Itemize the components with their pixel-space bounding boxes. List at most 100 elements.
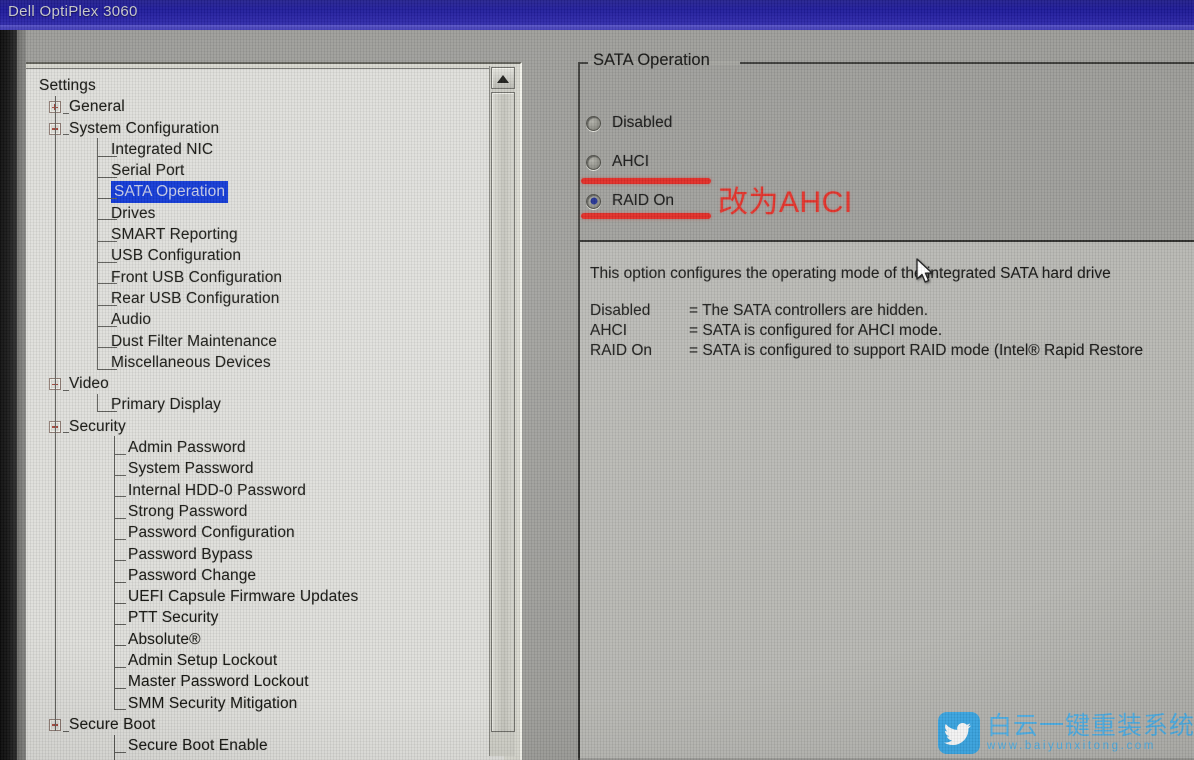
tree-connector-line (97, 198, 117, 200)
tree-item-general[interactable]: General (21, 96, 504, 117)
tree-item-label: Settings (39, 77, 96, 94)
tree-item-miscellaneous-devices[interactable]: Miscellaneous Devices (21, 352, 504, 373)
tree-connector-line (97, 262, 117, 264)
tree-item-smm-security-mitigation[interactable]: SMM Security Mitigation (21, 693, 504, 714)
tree-connector-line (97, 368, 117, 370)
tree-item-audio[interactable]: Audio (21, 309, 504, 330)
tree-item-label: Master Password Lockout (128, 673, 309, 691)
tree-connector-line (97, 325, 117, 327)
tree-item-label: System Password (128, 460, 254, 478)
tree-item-label: Password Change (128, 566, 257, 584)
tree-item-label: Password Bypass (128, 545, 253, 563)
tree-item-primary-display[interactable]: Primary Display (21, 394, 504, 415)
title-bar-sheen (0, 25, 1194, 30)
description-row: Disabled = The SATA controllers are hidde… (590, 302, 1194, 322)
tree-connector-line (114, 538, 126, 540)
tree-item-system-password[interactable]: System Password (21, 458, 504, 479)
tree-item-password-bypass[interactable]: Password Bypass (21, 544, 504, 565)
tree-item-internal-hdd-0-password[interactable]: Internal HDD-0 Password (21, 480, 504, 501)
tree-connector-line (114, 645, 126, 647)
tree-item-label: SMM Security Mitigation (128, 694, 298, 712)
tree-item-dust-filter-maintenance[interactable]: Dust Filter Maintenance (21, 331, 504, 352)
tree-item-label: Video (69, 375, 109, 393)
tree-item-label: Secure Boot (69, 715, 156, 733)
tree-connector-line (63, 134, 69, 136)
tree-item-settings[interactable]: Settings (21, 75, 504, 96)
tree-connector-line (97, 240, 117, 242)
description-rows: Disabled = The SATA controllers are hidde… (590, 302, 1194, 362)
tree-connector-line (114, 709, 126, 711)
tree-item-secure-boot-enable[interactable]: Secure Boot Enable (21, 735, 504, 756)
settings-tree-list[interactable]: Settings General System Configuration Integ… (21, 75, 504, 760)
bios-setup-screen-photo: Dell OptiPlex 3060 Settings General System… (0, 0, 1194, 760)
tree-item-label: Password Configuration (128, 524, 295, 542)
tree-item-security[interactable]: Security (21, 416, 504, 437)
tree-item-label: Rear USB Configuration (111, 289, 280, 307)
tree-scrollbar[interactable] (489, 66, 515, 756)
tree-item-master-password-lockout[interactable]: Master Password Lockout (21, 671, 504, 692)
mouse-cursor-icon (916, 258, 936, 291)
tree-item-label: Admin Setup Lockout (128, 652, 278, 670)
scroll-up-arrow-icon (497, 75, 509, 83)
tree-item-strong-password[interactable]: Strong Password (21, 501, 504, 522)
tree-item-front-usb-configuration[interactable]: Front USB Configuration (21, 267, 504, 288)
settings-tree-panel: Settings General System Configuration Integ… (14, 62, 522, 760)
tree-item-label: Strong Password (128, 502, 248, 520)
tree-item-admin-password[interactable]: Admin Password (21, 437, 504, 458)
tree-item-label: Dust Filter Maintenance (111, 332, 277, 350)
tree-item-label: Front USB Configuration (111, 268, 283, 286)
option-description-box: This option configures the operating mod… (578, 240, 1194, 758)
watermark: 白云一键重装系统 www.baiyunxitong.com (938, 712, 1194, 754)
annotation-change-to-ahci: 改为AHCI (718, 186, 853, 219)
tree-item-rear-usb-configuration[interactable]: Rear USB Configuration (21, 288, 504, 309)
tree-item-secure-boot-mode[interactable]: Secure Boot Mode (21, 757, 504, 760)
tree-connector-line (97, 411, 117, 413)
tree-item-label: Miscellaneous Devices (111, 353, 271, 371)
tree-item-secure-boot[interactable]: Secure Boot (21, 714, 504, 735)
screen-bezel-left-inner (17, 30, 26, 760)
tree-item-uefi-capsule-firmware-updates[interactable]: UEFI Capsule Firmware Updates (21, 586, 504, 607)
settings-tree-viewport[interactable]: Settings General System Configuration Integ… (20, 68, 504, 760)
tree-connector-line (114, 602, 126, 604)
tree-item-system-configuration[interactable]: System Configuration (21, 118, 504, 139)
tree-item-usb-configuration[interactable]: USB Configuration (21, 245, 504, 266)
tree-connector-line (97, 283, 117, 285)
tree-connector-line (97, 155, 117, 157)
scrollbar-thumb[interactable] (491, 92, 515, 732)
red-underline-ahci (581, 178, 711, 184)
tree-item-video[interactable]: Video (21, 373, 504, 394)
tree-connector-line (114, 624, 126, 626)
tree-item-label: System Configuration (69, 119, 220, 137)
scroll-up-button[interactable] (491, 67, 515, 89)
tree-item-label: Drives (111, 204, 156, 222)
tree-connector-line (114, 496, 126, 498)
tree-item-sata-operation[interactable]: SATA Operation (21, 181, 504, 203)
tree-item-drives[interactable]: Drives (21, 203, 504, 224)
tree-connector-line (114, 688, 126, 690)
description-row: RAID On = SATA is configured to support R… (590, 342, 1194, 362)
tree-connector-line (114, 517, 126, 519)
tree-item-admin-setup-lockout[interactable]: Admin Setup Lockout (21, 650, 504, 671)
tree-item-label: Integrated NIC (111, 140, 214, 158)
tree-item-password-change[interactable]: Password Change (21, 565, 504, 586)
tree-item-password-configuration[interactable]: Password Configuration (21, 522, 504, 543)
tree-connector-line (114, 453, 126, 455)
tree-connector-line (55, 95, 56, 731)
watermark-text: 白云一键重装系统 www.baiyunxitong.com (987, 713, 1194, 753)
tree-item-smart-reporting[interactable]: SMART Reporting (21, 224, 504, 245)
tree-item-label: Absolute® (128, 630, 201, 648)
description-row-key: RAID On (590, 342, 653, 359)
description-row-key: AHCI (590, 322, 628, 339)
tree-item-serial-port[interactable]: Serial Port (21, 160, 504, 181)
tree-connector-line (97, 176, 117, 178)
tree-item-integrated-nic[interactable]: Integrated NIC (21, 139, 504, 160)
description-row-value: = The SATA controllers are hidden. (689, 302, 929, 319)
watermark-url: www.baiyunxitong.com (987, 740, 1156, 752)
description-row-key: Disabled (590, 302, 651, 319)
tree-connector-line (114, 581, 126, 583)
tree-item-absolute[interactable]: Absolute® (21, 629, 504, 650)
tree-item-ptt-security[interactable]: PTT Security (21, 607, 504, 628)
tree-connector-line (97, 138, 98, 369)
tree-item-label: Serial Port (111, 162, 185, 180)
tree-connector-line (97, 304, 117, 306)
